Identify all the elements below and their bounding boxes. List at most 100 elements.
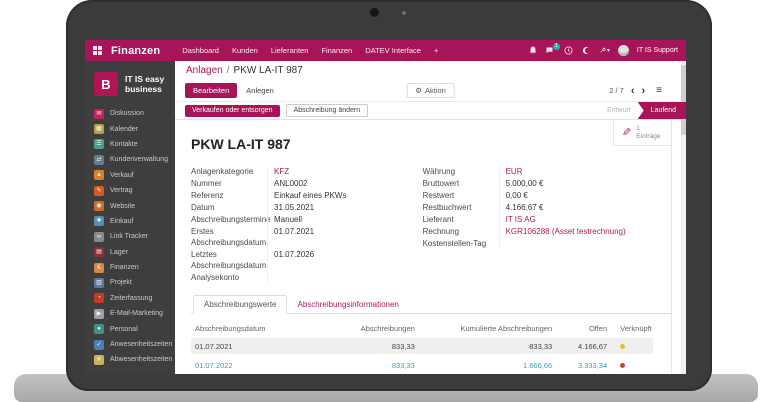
- cell-date: 01.07.2021: [195, 342, 305, 351]
- top-menu-item-dashboard[interactable]: Dashboard: [182, 46, 219, 55]
- field-value[interactable]: IT IS AG: [499, 214, 671, 225]
- field-label: Abschreibungstermine: [191, 214, 267, 225]
- kundenverwaltung-icon: ⇄: [94, 155, 104, 165]
- sidebar-item-finanzen[interactable]: €Finanzen: [85, 260, 175, 275]
- abwesenheitszeiten-icon: ☀: [94, 355, 104, 365]
- pager-count: 2 / 7: [609, 86, 624, 95]
- sidebar-item-diskussion[interactable]: ✉Diskussion: [85, 106, 175, 121]
- field-columns: AnlagenkategorieKFZNummerANL0002Referenz…: [191, 166, 671, 284]
- status-step-running[interactable]: Laufend: [638, 102, 686, 119]
- moon-icon[interactable]: [582, 46, 592, 56]
- pager-next-icon[interactable]: ›: [641, 86, 645, 96]
- control-bar: Bearbeiten Anlegen ⚙ Aktion 2 / 7 ‹ › ≡: [175, 80, 686, 101]
- apps-menu-icon[interactable]: [93, 46, 102, 55]
- field-restwert: Restwert0,00 €: [423, 190, 671, 201]
- sidebar-item-projekt[interactable]: ▥Projekt: [85, 275, 175, 290]
- user-avatar[interactable]: [618, 45, 629, 56]
- messages-badge: 1: [553, 43, 560, 50]
- top-menu: Dashboard Kunden Lieferanten Finanzen DATEV …: [182, 46, 438, 55]
- page: Finanzen Dashboard Kunden Lieferanten Finan…: [0, 0, 770, 402]
- sidebar-item-einkauf[interactable]: ✚ Einkauf: [85, 214, 175, 229]
- sell-dispose-button[interactable]: Verkaufen oder entsorgen: [185, 105, 280, 117]
- field-label: Lieferant: [423, 214, 499, 225]
- record-title: PKW LA-IT 987: [191, 136, 671, 152]
- sidebar-item-kontakte[interactable]: ☰Kontakte: [85, 137, 175, 152]
- action-dropdown[interactable]: ⚙ Aktion: [406, 83, 455, 98]
- field-value: [267, 272, 417, 283]
- sidebar-item-anwesenheitszeiten[interactable]: ✓Anwesenheitszeiten: [85, 337, 175, 352]
- brand[interactable]: B IT IS easy business: [85, 61, 175, 106]
- app-title[interactable]: Finanzen: [111, 45, 160, 57]
- field-kostenstellen-tag: Kostenstellen-Tag: [423, 238, 671, 249]
- caret-down-icon: ▾: [607, 47, 610, 54]
- sidebar-item-website[interactable]: ◉Website: [85, 198, 175, 213]
- tab-abschreibungswerte[interactable]: Abschreibungswerte: [193, 295, 287, 314]
- field-value[interactable]: EUR: [499, 166, 671, 177]
- finanzen-icon: €: [94, 263, 104, 273]
- breadcrumb-parent[interactable]: Anlagen: [186, 65, 223, 76]
- field-label: Anlagenkategorie: [191, 166, 267, 177]
- table-row[interactable]: 01.07.2022833,331.666,663.333,34: [191, 357, 653, 373]
- messages-icon[interactable]: 1: [546, 46, 556, 56]
- sidebar-item-abwesenheitszeiten[interactable]: ☀Abwesenheitszeiten: [85, 352, 175, 367]
- top-menu-item-finanzen[interactable]: Finanzen: [321, 46, 352, 55]
- field-label: Restwert: [423, 190, 499, 201]
- table-header-row: AbschreibungsdatumAbschreibungenKumulier…: [191, 322, 653, 338]
- activity-clock-icon[interactable]: [564, 46, 574, 56]
- cell-cumulative: 1.666,66: [415, 361, 552, 370]
- sidebar-item-label: Link Tracker: [110, 233, 148, 240]
- sidebar-item-label: Website: [110, 203, 135, 210]
- sidebar-item-vertrag[interactable]: ✎Vertrag: [85, 183, 175, 198]
- sidebar-item-kundenverwaltung[interactable]: ⇄Kundenverwaltung: [85, 152, 175, 167]
- entries-smart-button[interactable]: ✎ 1 Einträge: [613, 120, 671, 146]
- sidebar-item-zeiterfassung[interactable]: ◔Zeiterfassung: [85, 291, 175, 306]
- sidebar-item-personal[interactable]: ●Personal: [85, 321, 175, 336]
- app-body: B IT IS easy business ✉Diskussion▦Kalend…: [85, 61, 686, 374]
- topbar-right: 1 ▾ IT IS Support: [528, 45, 678, 56]
- status-step-draft[interactable]: Entwurf: [607, 107, 631, 114]
- modify-depreciation-button[interactable]: Abschreibung ändern: [286, 104, 369, 117]
- pager-prev-icon[interactable]: ‹: [631, 86, 635, 96]
- breadcrumb-current: PKW LA-IT 987: [233, 65, 302, 76]
- top-menu-item-[interactable]: +: [434, 46, 438, 55]
- gear-icon: ⚙: [415, 86, 422, 95]
- sidebar-item-link-tracker[interactable]: ∞Link Tracker: [85, 229, 175, 244]
- table-row[interactable]: 01.07.2021833,33833,334.166,67: [191, 338, 653, 354]
- debug-tools-icon[interactable]: ▾: [600, 46, 610, 56]
- column-header-verkn-pft[interactable]: Verknüpft: [607, 324, 653, 333]
- smart-button-text: 1 Einträge: [636, 125, 660, 140]
- fields-right-column: WährungEURBruttowert5.000,00 €Restwert0,…: [417, 166, 671, 284]
- column-header-abschreibungsdatum[interactable]: Abschreibungsdatum: [195, 324, 305, 333]
- column-header-abschreibungen[interactable]: Abschreibungen: [305, 324, 415, 333]
- user-name[interactable]: IT IS Support: [637, 47, 678, 54]
- sidebar-item-label: Einkauf: [110, 218, 133, 225]
- list-view-icon[interactable]: ≡: [656, 85, 662, 96]
- top-menu-item-kunden[interactable]: Kunden: [232, 46, 258, 55]
- sidebar-item-e-mail-marketing[interactable]: ▶E-Mail-Marketing: [85, 306, 175, 321]
- sidebar-item-kalender[interactable]: ▦Kalender: [85, 121, 175, 136]
- field-value[interactable]: KFZ: [267, 166, 417, 177]
- column-header-kumulierte-abschreibungen[interactable]: Kumulierte Abschreibungen: [415, 324, 552, 333]
- field-lieferant: LieferantIT IS AG: [423, 214, 671, 225]
- field-label: Währung: [423, 166, 499, 177]
- top-menu-item-lieferanten[interactable]: Lieferanten: [271, 46, 309, 55]
- field-label: Rechnung: [423, 226, 499, 237]
- field-label: Nummer: [191, 178, 267, 189]
- sidebar-item-lager[interactable]: ▤Lager: [85, 245, 175, 260]
- bell-icon[interactable]: [528, 46, 538, 56]
- tab-abschreibungsinformationen[interactable]: Abschreibungsinformationen: [287, 296, 408, 313]
- main-content: Anlagen / PKW LA-IT 987 Bearbeiten Anleg…: [175, 61, 686, 374]
- sidebar-item-verkauf[interactable]: ▲Verkauf: [85, 168, 175, 183]
- einkauf-icon: ✚: [94, 216, 104, 226]
- field-value: 31.05.2021: [267, 202, 417, 213]
- column-header-offen[interactable]: Offen: [552, 324, 607, 333]
- top-menu-item-datev-interface[interactable]: DATEV Interface: [365, 46, 421, 55]
- field-label: Bruttowert: [423, 178, 499, 189]
- cell-open: 3.333,34: [552, 361, 607, 370]
- field-value[interactable]: KGR106288 (Asset testrechnung): [499, 226, 671, 237]
- create-button[interactable]: Anlegen: [246, 86, 274, 95]
- field-value: 0,00 €: [499, 190, 671, 201]
- lager-icon: ▤: [94, 247, 104, 257]
- status-bar: Verkaufen oder entsorgen Abschreibung än…: [175, 101, 686, 120]
- edit-button[interactable]: Bearbeiten: [185, 83, 237, 98]
